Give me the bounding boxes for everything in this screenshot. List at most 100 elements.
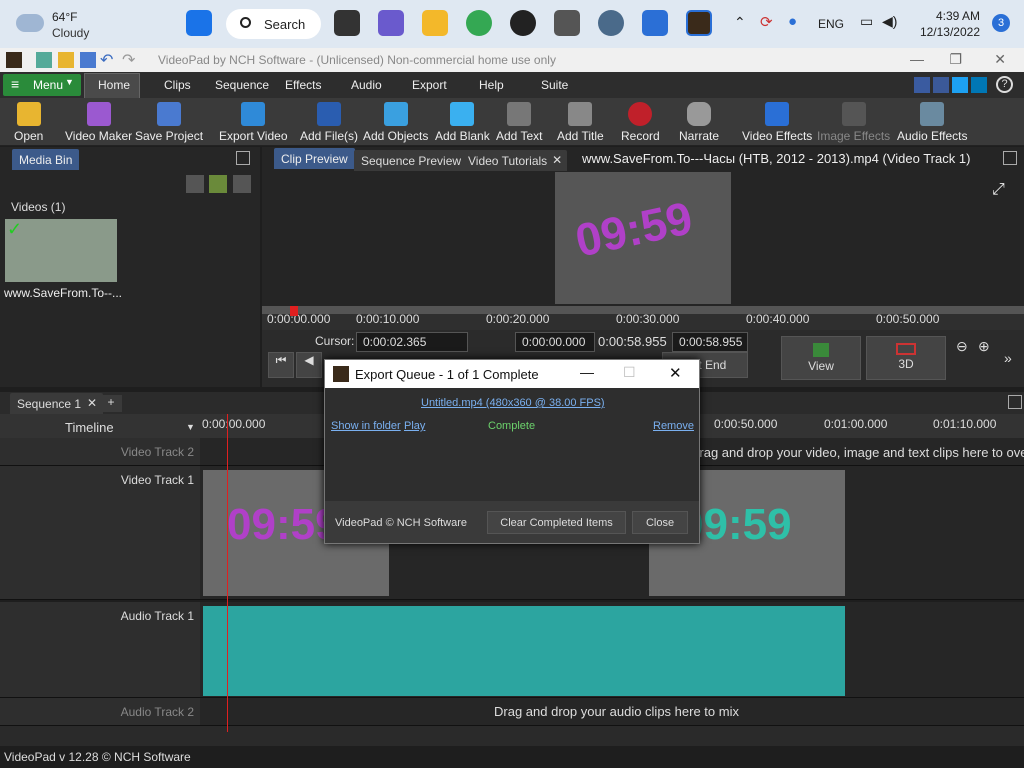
add-files-button[interactable]: Add File(s) bbox=[300, 100, 358, 143]
zoom-in-icon[interactable]: ⊕ bbox=[978, 338, 990, 355]
audio-waveform[interactable] bbox=[203, 606, 845, 696]
add-title-button[interactable]: Add Title bbox=[557, 100, 604, 143]
file-explorer-icon[interactable] bbox=[422, 10, 448, 36]
network-icon[interactable]: ▭ bbox=[860, 13, 873, 30]
add-text-button[interactable]: Add Text bbox=[496, 100, 542, 143]
add-objects-button[interactable]: Add Objects bbox=[363, 100, 428, 143]
chrome-icon[interactable] bbox=[466, 10, 492, 36]
version-text: VideoPad v 12.28 © NCH Software bbox=[4, 750, 191, 764]
sync-icon[interactable]: ⟳ bbox=[760, 13, 773, 31]
expand-icon[interactable]: » bbox=[1004, 350, 1012, 366]
close-button[interactable]: Close bbox=[632, 511, 688, 534]
export-file-link[interactable]: Untitled.mp4 (480x360 @ 38.00 FPS) bbox=[421, 397, 605, 409]
microphone-icon[interactable]: ● bbox=[788, 13, 797, 30]
video-maker-button[interactable]: Video Maker bbox=[65, 100, 132, 143]
minimize-icon[interactable]: — bbox=[910, 51, 924, 67]
redo-icon[interactable]: ↷ bbox=[122, 50, 135, 70]
teams-icon[interactable] bbox=[378, 10, 404, 36]
store-icon[interactable] bbox=[642, 10, 668, 36]
tab-sequence-1[interactable]: Sequence 1 ✕ bbox=[10, 393, 104, 414]
fullscreen-icon[interactable]: ⤢ bbox=[992, 181, 1005, 199]
add-blank-button[interactable]: Add Blank bbox=[435, 100, 490, 143]
video-effects-button[interactable]: Video Effects bbox=[742, 100, 812, 143]
task-view-icon[interactable] bbox=[334, 10, 360, 36]
step-back-icon: ◀ bbox=[304, 353, 314, 367]
windows-start-icon[interactable] bbox=[186, 10, 212, 36]
taskbar-search[interactable]: Search bbox=[226, 9, 321, 39]
tab-clips[interactable]: Clips bbox=[164, 78, 191, 92]
close-icon[interactable]: ✕ bbox=[994, 51, 1006, 68]
narrate-button[interactable]: Narrate bbox=[679, 100, 719, 143]
tab-audio[interactable]: Audio bbox=[351, 78, 382, 92]
obs-icon[interactable] bbox=[510, 10, 536, 36]
timeline-playhead[interactable] bbox=[227, 414, 228, 732]
undock-icon[interactable] bbox=[236, 151, 250, 165]
clip-ruler[interactable]: 0:00:00.000 0:00:10.000 0:00:20.000 0:00… bbox=[262, 306, 1024, 330]
undo-icon[interactable]: ↶ bbox=[100, 50, 113, 70]
new-project-icon[interactable] bbox=[36, 52, 52, 68]
media-thumbnail[interactable]: ✓ bbox=[5, 219, 117, 282]
tab-home-label[interactable]: Home bbox=[98, 78, 130, 92]
cursor-field[interactable]: 0:00:02.365 bbox=[356, 332, 468, 352]
step-back-button[interactable]: ◀ bbox=[296, 352, 322, 378]
remove-link[interactable]: Remove bbox=[653, 420, 694, 432]
tab-sequence[interactable]: Sequence bbox=[215, 78, 269, 92]
play-link[interactable]: Play bbox=[404, 420, 425, 432]
preview-playhead[interactable] bbox=[290, 306, 298, 316]
close-icon[interactable]: ✕ bbox=[669, 364, 682, 382]
tab-video-tutorials[interactable]: Video Tutorials ✕ bbox=[461, 150, 568, 171]
undock-icon[interactable] bbox=[1003, 151, 1017, 165]
go-start-button[interactable]: ⏮ bbox=[268, 352, 294, 378]
timeline-scrollbar[interactable] bbox=[0, 726, 1024, 746]
end-field[interactable]: 0:00:58.955 bbox=[672, 332, 748, 352]
open-project-icon[interactable] bbox=[58, 52, 74, 68]
videopad-taskbar-icon[interactable] bbox=[686, 10, 712, 36]
trash-icon[interactable] bbox=[186, 175, 204, 193]
save-icon[interactable] bbox=[80, 52, 96, 68]
undock-icon[interactable] bbox=[1008, 395, 1022, 409]
save-project-button[interactable]: Save Project bbox=[135, 100, 203, 143]
linkedin-icon[interactable] bbox=[971, 77, 987, 93]
chevron-up-icon[interactable]: ⌃ bbox=[734, 14, 746, 31]
notification-badge[interactable]: 3 bbox=[992, 14, 1010, 32]
tab-export[interactable]: Export bbox=[412, 78, 447, 92]
zoom-out-icon[interactable]: ⊖ bbox=[956, 338, 968, 355]
tab-help[interactable]: Help bbox=[479, 78, 504, 92]
film-icon[interactable] bbox=[554, 10, 580, 36]
add-sequence-icon[interactable]: + bbox=[100, 395, 122, 412]
thumbs-up-icon[interactable] bbox=[914, 77, 930, 93]
clear-completed-button[interactable]: Clear Completed Items bbox=[487, 511, 626, 534]
list-view-icon[interactable] bbox=[233, 175, 251, 193]
export-video-button[interactable]: Export Video bbox=[219, 100, 288, 143]
title-icon bbox=[568, 102, 593, 126]
facebook-icon[interactable] bbox=[933, 77, 949, 93]
menu-button[interactable]: ≡ Menu ▼ bbox=[3, 74, 81, 96]
view-button[interactable]: View bbox=[781, 336, 861, 380]
3d-button[interactable]: 3D bbox=[866, 336, 946, 380]
minimize-icon[interactable]: — bbox=[580, 364, 594, 380]
record-button[interactable]: Record bbox=[621, 100, 660, 143]
tab-clip-preview[interactable]: Clip Preview bbox=[274, 148, 355, 169]
media-item-name[interactable]: www.SaveFrom.To--... bbox=[4, 286, 122, 300]
image-effects-button[interactable]: Image Effects bbox=[817, 100, 890, 143]
tab-suite[interactable]: Suite bbox=[541, 78, 568, 92]
start-field[interactable]: 0:00:00.000 bbox=[515, 332, 595, 352]
tab-effects[interactable]: Effects bbox=[285, 78, 321, 92]
help-icon[interactable]: ? bbox=[996, 76, 1013, 93]
show-in-folder-link[interactable]: Show in folder bbox=[331, 420, 401, 432]
close-tab-icon[interactable]: ✕ bbox=[87, 396, 97, 410]
chevron-down-icon[interactable]: ▼ bbox=[186, 422, 195, 432]
weather-widget[interactable]: 64°F Cloudy bbox=[16, 8, 126, 42]
add-media-icon[interactable] bbox=[209, 175, 227, 193]
tab-sequence-preview[interactable]: Sequence Preview bbox=[354, 150, 469, 171]
audio-effects-button[interactable]: Audio Effects bbox=[897, 100, 968, 143]
close-tab-icon[interactable]: ✕ bbox=[552, 153, 562, 167]
restore-icon[interactable]: ❐ bbox=[949, 51, 962, 68]
language-indicator[interactable]: ENG bbox=[818, 17, 844, 31]
clock[interactable]: 4:39 AM 12/13/2022 bbox=[920, 8, 980, 40]
open-button[interactable]: Open bbox=[14, 100, 43, 143]
settings-icon[interactable] bbox=[598, 10, 624, 36]
twitter-icon[interactable] bbox=[952, 77, 968, 93]
volume-icon[interactable]: ◀) bbox=[882, 13, 897, 30]
tab-media-bin[interactable]: Media Bin bbox=[12, 149, 80, 170]
